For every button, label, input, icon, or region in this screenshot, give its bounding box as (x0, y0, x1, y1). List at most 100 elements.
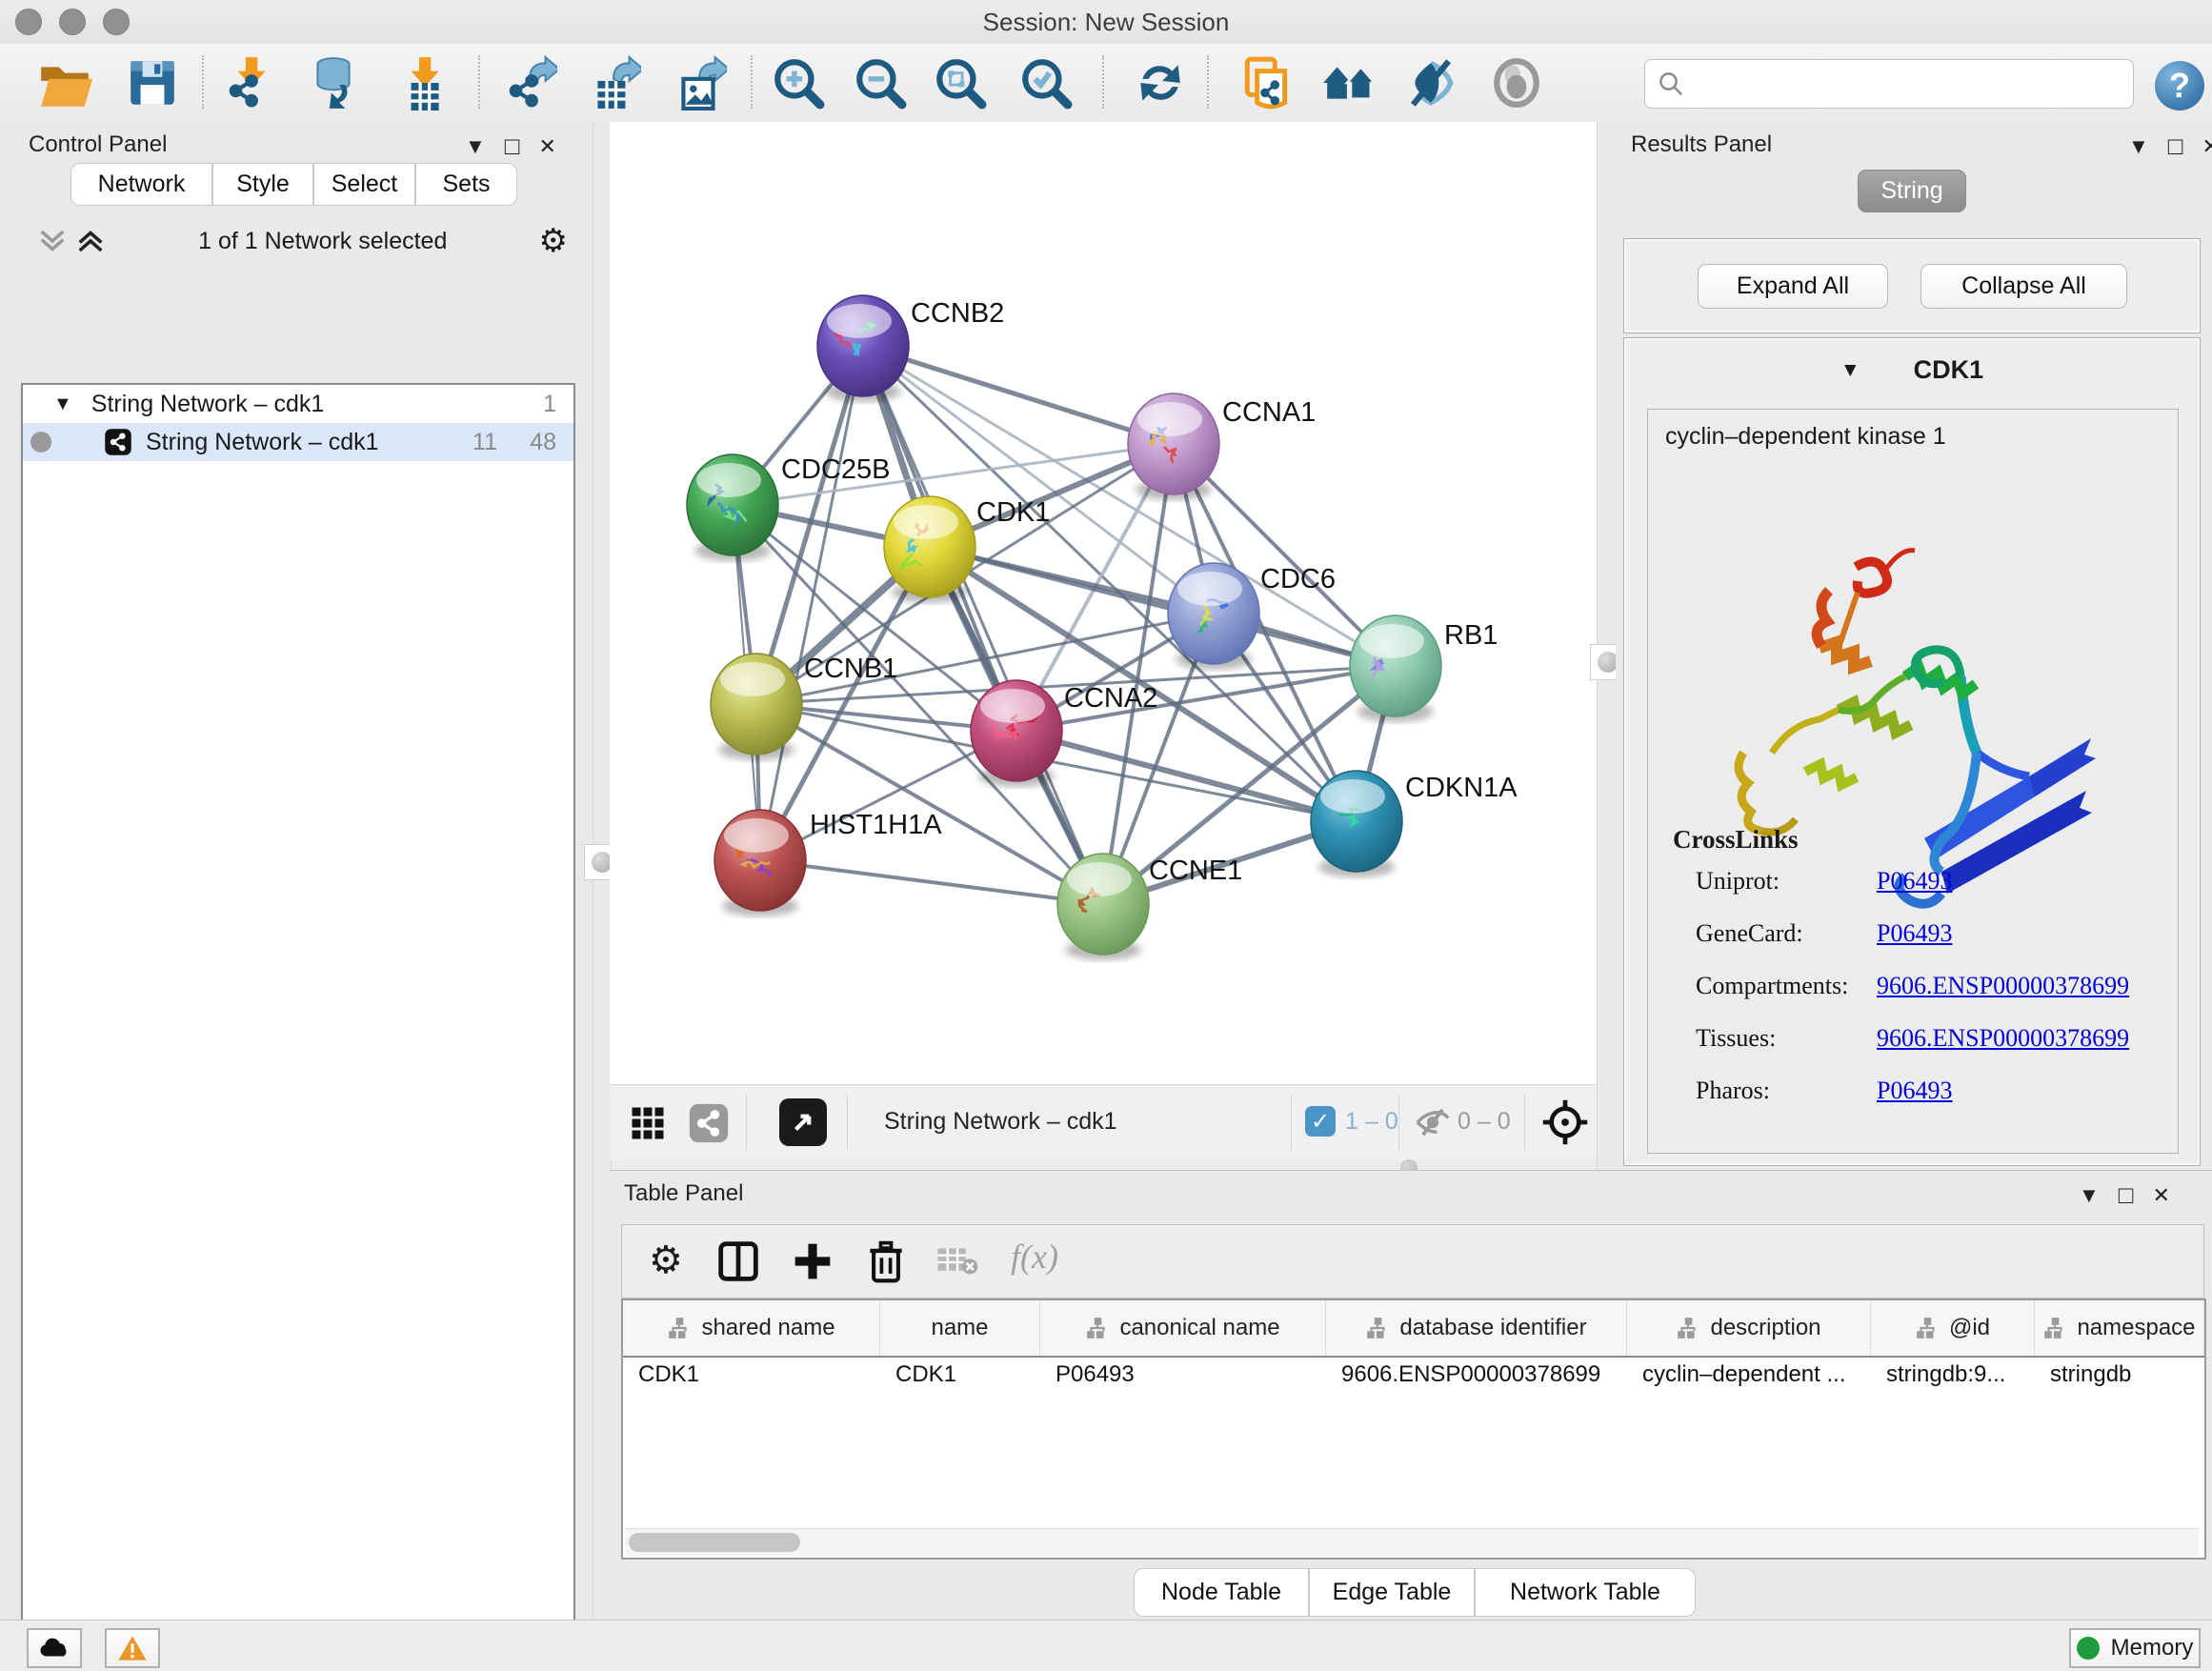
table-cell[interactable]: CDK1 (880, 1356, 1040, 1394)
network-node-CDC6[interactable] (1168, 563, 1259, 670)
table-cell[interactable]: cyclin–dependent ... (1627, 1356, 1871, 1394)
network-overview-icon[interactable] (688, 1102, 730, 1144)
export-network-icon[interactable] (499, 53, 560, 112)
tab-select[interactable]: Select (313, 163, 415, 206)
expand-all-button[interactable]: Expand All (1698, 264, 1888, 309)
delete-column-trash-icon[interactable] (864, 1238, 908, 1284)
collection-expand-icon[interactable]: ▼ (53, 393, 72, 415)
tab-node-table[interactable]: Node Table (1134, 1568, 1309, 1617)
import-table-icon[interactable] (392, 53, 453, 112)
control-panel-menu-icon[interactable]: ▼ (465, 134, 486, 159)
expand-all-icon[interactable] (74, 227, 107, 255)
save-session-icon[interactable] (122, 53, 183, 112)
control-panel-float-icon[interactable]: □ (505, 131, 520, 161)
network-row-selected[interactable]: String Network – cdk1 11 48 (23, 423, 573, 461)
hide-selected-icon[interactable] (1400, 53, 1461, 112)
scrollbar-thumb[interactable] (629, 1533, 800, 1552)
network-collection-row[interactable]: ▼ String Network – cdk1 1 (23, 385, 573, 423)
network-node-CCNB2[interactable] (817, 295, 909, 402)
table-panel-float-icon[interactable]: □ (2119, 1180, 2134, 1210)
import-database-icon[interactable] (303, 53, 364, 112)
table-cell[interactable]: 9606.ENSP00000378699 (1326, 1356, 1627, 1394)
results-panel-menu-icon[interactable]: ▼ (2128, 134, 2149, 159)
export-image-icon[interactable] (669, 53, 730, 112)
network-options-gear-icon[interactable]: ⚙ (539, 222, 568, 260)
table-settings-gear-icon[interactable]: ⚙ (649, 1238, 683, 1282)
column-header--id[interactable]: @id (1871, 1300, 2035, 1356)
collection-label: String Network – cdk1 (91, 391, 325, 418)
tab-string[interactable]: String (1858, 170, 1966, 212)
zoom-fit-icon[interactable] (930, 53, 991, 112)
column-header-description[interactable]: description (1627, 1300, 1871, 1356)
table-row[interactable]: CDK1CDK1P064939606.ENSP00000378699cyclin… (623, 1356, 2204, 1394)
table-horizontal-scrollbar[interactable] (625, 1528, 2199, 1556)
table-cell[interactable]: stringdb (2035, 1356, 2204, 1394)
show-eye-icon[interactable] (1486, 53, 1547, 112)
crosslink-link[interactable]: P06493 (1877, 867, 1952, 896)
table-panel-close-icon[interactable]: ✕ (2153, 1183, 2170, 1208)
tab-network[interactable]: Network (70, 163, 212, 206)
column-header-canonical-name[interactable]: canonical name (1040, 1300, 1326, 1356)
column-header-name[interactable]: name (880, 1300, 1040, 1356)
control-panel-close-icon[interactable]: ✕ (539, 134, 556, 159)
tab-style[interactable]: Style (212, 163, 313, 206)
detach-view-button[interactable] (779, 1098, 827, 1146)
protein-collapse-icon[interactable]: ▼ (1840, 359, 1860, 382)
results-panel-close-icon[interactable]: ✕ (2202, 134, 2212, 159)
network-node-CCNA1[interactable] (1128, 393, 1219, 500)
zoom-in-icon[interactable] (768, 53, 829, 112)
network-node-CCNE1[interactable] (1057, 854, 1149, 960)
birds-eye-grid-icon[interactable] (631, 1106, 665, 1140)
tab-network-table[interactable]: Network Table (1475, 1568, 1696, 1617)
column-header-namespace[interactable]: namespace (2035, 1300, 2204, 1356)
help-icon[interactable]: ? (2155, 61, 2204, 111)
show-all-icon[interactable] (1318, 53, 1379, 112)
export-table-icon[interactable] (583, 53, 644, 112)
node-label-CCNA1: CCNA1 (1222, 397, 1316, 428)
zoom-selected-icon[interactable] (1016, 53, 1076, 112)
tab-sets[interactable]: Sets (415, 163, 517, 206)
hidden-counts: 0 – 0 (1458, 1108, 1511, 1136)
collapse-all-button[interactable]: Collapse All (1920, 264, 2127, 309)
network-node-CCNB1[interactable] (711, 654, 802, 760)
results-panel-float-icon[interactable]: □ (2168, 131, 2183, 161)
crosslink-link[interactable]: 9606.ENSP00000378699 (1877, 972, 2129, 1000)
tab-edge-table[interactable]: Edge Table (1309, 1568, 1475, 1617)
crosslink-link[interactable]: P06493 (1877, 919, 1952, 948)
network-edge[interactable] (760, 346, 863, 860)
network-edge[interactable] (760, 860, 1103, 904)
protein-structure-image (1715, 534, 2115, 915)
table-cell[interactable]: CDK1 (623, 1356, 880, 1394)
memory-button[interactable]: Memory (2069, 1628, 2201, 1668)
refresh-icon[interactable] (1130, 53, 1191, 112)
network-node-HIST1H1A[interactable] (714, 810, 806, 916)
network-canvas[interactable]: CCNB2CCNA1CDC25BCDK1CDC6RB1CCNB1CCNA2CDK… (610, 122, 1597, 1084)
fit-crosshair-icon[interactable] (1541, 1098, 1589, 1146)
table-header-row[interactable]: shared namenamecanonical namedatabase id… (623, 1300, 2204, 1358)
collapse-all-icon[interactable] (36, 227, 69, 255)
open-session-icon[interactable] (34, 53, 95, 112)
network-edge[interactable] (863, 346, 1174, 444)
crosslink-link[interactable]: 9606.ENSP00000378699 (1877, 1024, 2129, 1053)
network-node-CDC25B[interactable] (687, 454, 778, 561)
network-node-RB1[interactable] (1350, 615, 1441, 722)
clone-network-icon[interactable] (1237, 53, 1297, 112)
selected-nodes-checkbox[interactable]: ✓ (1305, 1106, 1336, 1137)
warning-status-button[interactable] (105, 1628, 160, 1668)
search-input[interactable] (1644, 59, 2134, 109)
table-cell[interactable]: stringdb:9... (1871, 1356, 2035, 1394)
column-header-shared-name[interactable]: shared name (623, 1300, 880, 1356)
show-columns-icon[interactable] (717, 1240, 759, 1282)
create-column-plus-icon[interactable] (792, 1240, 834, 1282)
network-edge-count: 48 (530, 429, 556, 456)
import-network-icon[interactable] (219, 53, 280, 112)
table-panel-menu-icon[interactable]: ▼ (2079, 1183, 2100, 1208)
crosslink-link[interactable]: P06493 (1877, 1077, 1952, 1105)
network-node-CDKN1A[interactable] (1311, 771, 1402, 877)
network-node-CCNA2[interactable] (971, 680, 1062, 787)
zoom-out-icon[interactable] (850, 53, 911, 112)
table-cell[interactable]: P06493 (1040, 1356, 1326, 1394)
network-node-CDK1[interactable] (884, 496, 975, 603)
cloud-status-button[interactable] (27, 1628, 82, 1668)
column-header-database-identifier[interactable]: database identifier (1326, 1300, 1627, 1356)
